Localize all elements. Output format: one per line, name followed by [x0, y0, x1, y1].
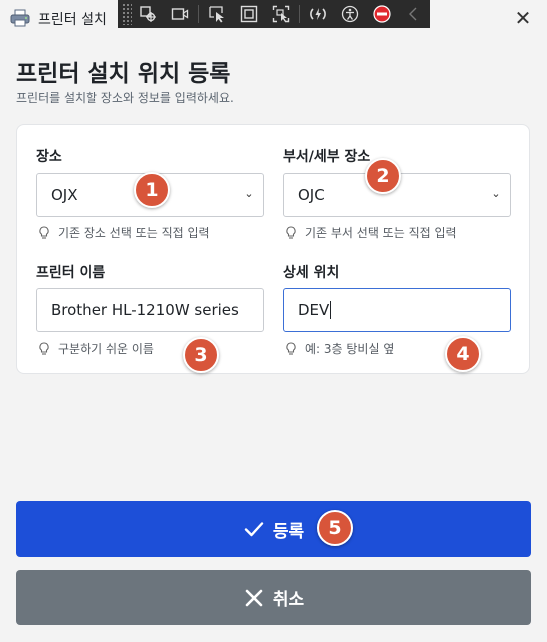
frame-icon[interactable] [238, 3, 260, 25]
register-button[interactable]: 등록 [16, 501, 531, 557]
annotation-marker-5: 5 [317, 510, 353, 546]
detail-location-input[interactable]: DEV [283, 288, 511, 332]
toolbar-divider [299, 5, 300, 23]
chevron-down-icon[interactable]: ⌄ [490, 187, 502, 201]
page-subtitle: 프린터를 설치할 장소와 정보를 입력하세요. [16, 91, 234, 105]
collapse-icon[interactable] [403, 3, 425, 25]
cancel-button-label: 취소 [272, 590, 305, 610]
annotation-marker-1: 1 [134, 172, 170, 208]
annotation-marker-4: 4 [445, 336, 481, 372]
annotation-marker-2: 2 [365, 158, 401, 194]
drag-grip-icon[interactable] [122, 3, 132, 25]
chevron-down-icon[interactable]: ⌄ [243, 187, 255, 201]
accessibility-icon[interactable] [339, 3, 361, 25]
detail-location-label: 상세 위치 [283, 265, 340, 281]
department-hint: 기존 부서 선택 또는 직접 입력 [285, 224, 457, 241]
close-icon [245, 589, 263, 606]
form-card [16, 124, 530, 374]
close-icon[interactable]: ✕ [513, 8, 533, 28]
printer-name-hint-text: 구분하기 쉬운 이름 [58, 342, 154, 356]
printer-name-value: Brother HL-1210W series [51, 301, 239, 319]
department-hint-text: 기존 부서 선택 또는 직접 입력 [305, 226, 457, 240]
detail-location-value: DEV [298, 301, 330, 319]
lightbulb-icon [286, 341, 296, 355]
select-element-icon[interactable] [137, 3, 159, 25]
video-icon[interactable] [169, 3, 191, 25]
printer-name-hint: 구분하기 쉬운 이름 [38, 340, 154, 357]
cancel-button[interactable]: 취소 [16, 570, 531, 625]
annotation-marker-3: 3 [183, 337, 219, 373]
lightbulb-icon [39, 341, 49, 355]
register-button-label: 등록 [272, 521, 305, 542]
page-title: 프린터 설치 위치 등록 [16, 61, 231, 87]
stop-icon[interactable] [371, 3, 393, 25]
detail-location-hint: 예: 3층 탕비실 옆 [285, 340, 394, 357]
location-hint: 기존 장소 선택 또는 직접 입력 [38, 224, 210, 241]
track-focus-icon[interactable] [270, 3, 292, 25]
printer-name-input[interactable]: Brother HL-1210W series [36, 288, 264, 332]
department-value: OJC [298, 186, 325, 204]
location-label: 장소 [36, 149, 62, 165]
printer-name-label: 프린터 이름 [36, 265, 106, 281]
window-title: 프린터 설치 [38, 12, 107, 28]
department-label: 부서/세부 장소 [283, 149, 371, 165]
location-hint-text: 기존 장소 선택 또는 직접 입력 [58, 226, 210, 240]
hot-reload-icon[interactable] [307, 3, 329, 25]
toolbar-divider [198, 5, 199, 23]
lightbulb-icon [286, 225, 296, 239]
pointer-select-icon[interactable] [206, 3, 228, 25]
detail-location-hint-text: 예: 3층 탕비실 옆 [305, 342, 395, 356]
text-caret [330, 301, 332, 319]
location-value: OJX [51, 186, 78, 204]
lightbulb-icon [39, 225, 49, 239]
debug-toolbar [118, 0, 430, 28]
printer-icon [10, 9, 30, 27]
checkmark-icon [244, 522, 264, 537]
